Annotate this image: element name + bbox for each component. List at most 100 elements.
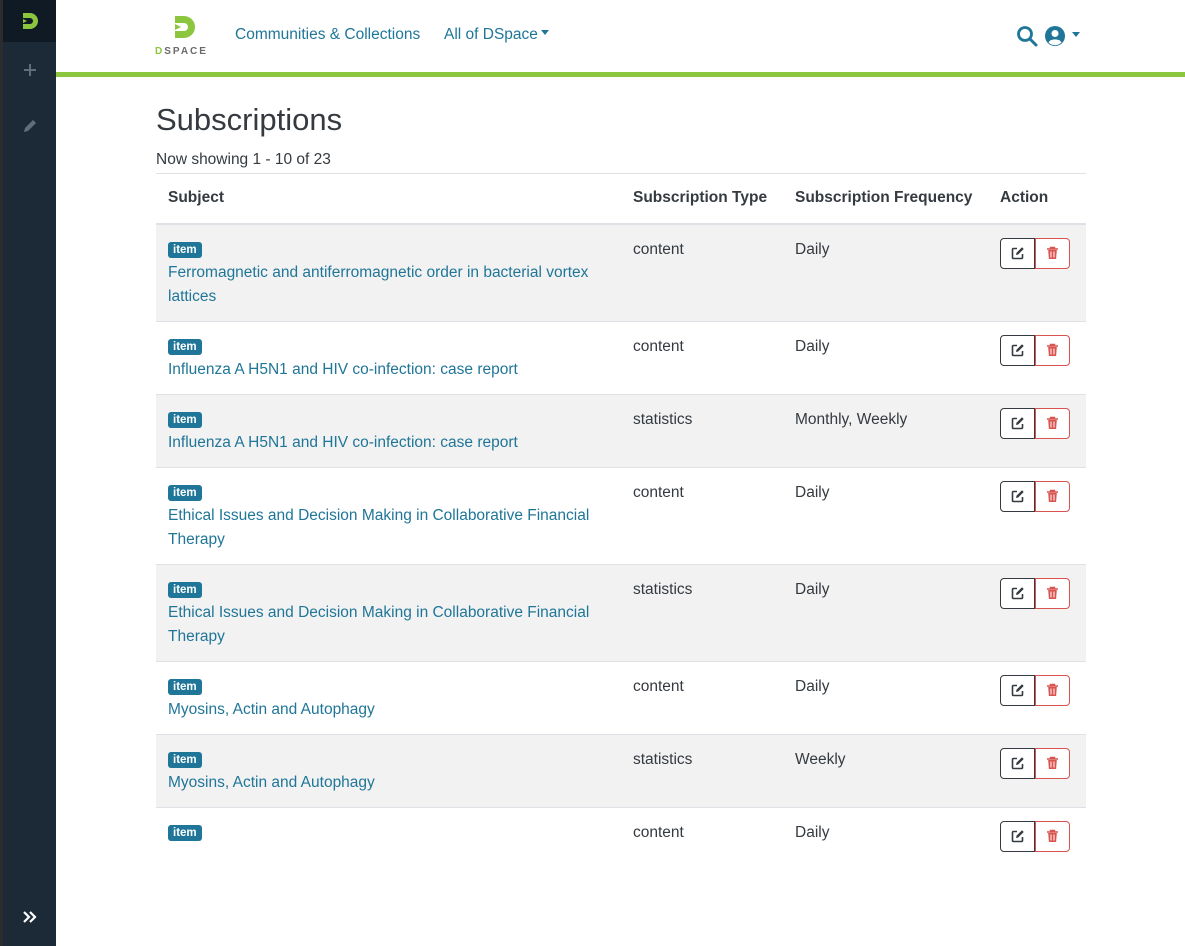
- subscription-type: content: [633, 823, 684, 841]
- caret-down-icon: [1072, 31, 1080, 37]
- plus-icon: [23, 64, 36, 76]
- delete-subscription-button[interactable]: [1035, 237, 1070, 269]
- cell-subscription-frequency: Daily: [783, 466, 988, 564]
- subscription-type: content: [633, 337, 684, 355]
- edit-subscription-button[interactable]: [1000, 674, 1035, 706]
- table-row: item Influenza A H5N1 and HIV co-infectio…: [156, 393, 1086, 467]
- delete-subscription-button[interactable]: [1035, 674, 1070, 706]
- subscription-frequency: Daily: [795, 240, 830, 258]
- item-type-badge: item: [168, 751, 202, 768]
- trash-icon: [1047, 829, 1058, 842]
- user-circle-icon: [1045, 26, 1065, 46]
- search-button[interactable]: [1016, 25, 1038, 47]
- cell-subscription-frequency: Weekly: [783, 733, 988, 807]
- cell-action: [988, 466, 1086, 564]
- edit-icon: [1011, 247, 1024, 260]
- subscription-type: statistics: [633, 580, 693, 598]
- edit-icon: [1011, 684, 1024, 697]
- cell-subscription-type: statistics: [621, 393, 783, 467]
- subscription-item-link[interactable]: Influenza A H5N1 and HIV co-infection: c…: [168, 431, 609, 455]
- edit-subscription-button[interactable]: [1000, 237, 1035, 269]
- top-header: DSPACE Communities & Collections All of …: [56, 0, 1185, 77]
- cell-subscription-type: content: [621, 466, 783, 564]
- edit-icon: [1011, 757, 1024, 770]
- cell-subject: item Myosins, Actin and Autophagy: [156, 733, 621, 807]
- table-row: item Influenza A H5N1 and HIV co-infectio…: [156, 320, 1086, 394]
- item-type-badge: item: [168, 338, 202, 355]
- subscription-item-link[interactable]: Ethical Issues and Decision Making in Co…: [168, 601, 609, 649]
- delete-subscription-button[interactable]: [1035, 334, 1070, 366]
- table-row: item content Daily: [156, 806, 1086, 864]
- cell-subscription-frequency: Daily: [783, 320, 988, 394]
- caret-down-icon: [540, 30, 549, 36]
- table-row: item Myosins, Actin and Autophagy statisti…: [156, 733, 1086, 807]
- delete-subscription-button[interactable]: [1035, 820, 1070, 852]
- subscription-type: content: [633, 240, 684, 258]
- sidebar-logo[interactable]: [3, 0, 56, 42]
- row-actions: [1000, 237, 1074, 269]
- sidebar-expand-button[interactable]: [3, 896, 56, 938]
- nav-all-label: All of DSpace: [444, 26, 538, 43]
- delete-subscription-button[interactable]: [1035, 407, 1070, 439]
- main-content: Subscriptions Now showing 1 - 10 of 23 S…: [156, 100, 1086, 864]
- trash-icon: [1047, 683, 1058, 696]
- edit-subscription-button[interactable]: [1000, 577, 1035, 609]
- delete-subscription-button[interactable]: [1035, 480, 1070, 512]
- subscription-item-link[interactable]: Influenza A H5N1 and HIV co-infection: c…: [168, 358, 609, 382]
- cell-subscription-type: content: [621, 320, 783, 394]
- edit-subscription-button[interactable]: [1000, 820, 1035, 852]
- table-header-row: Subject Subscription Type Subscription F…: [156, 173, 1086, 225]
- cell-action: [988, 320, 1086, 394]
- subscription-frequency: Monthly, Weekly: [795, 410, 908, 428]
- delete-subscription-button[interactable]: [1035, 747, 1070, 779]
- table-row: item Ethical Issues and Decision Making i…: [156, 466, 1086, 564]
- edit-subscription-button[interactable]: [1000, 407, 1035, 439]
- edit-icon: [1011, 830, 1024, 843]
- subscription-frequency: Weekly: [795, 750, 846, 768]
- cell-action: [988, 733, 1086, 807]
- subscription-item-link[interactable]: Ethical Issues and Decision Making in Co…: [168, 504, 609, 552]
- row-actions: [1000, 480, 1074, 512]
- subscription-item-link[interactable]: Myosins, Actin and Autophagy: [168, 771, 609, 795]
- header-subscription-frequency: Subscription Frequency: [783, 173, 988, 225]
- cell-subscription-frequency: Daily: [783, 660, 988, 734]
- sidebar-edit-button[interactable]: [3, 105, 56, 147]
- item-type-badge: item: [168, 678, 202, 695]
- subscription-frequency: Daily: [795, 337, 830, 355]
- cell-subject: item Ethical Issues and Decision Making i…: [156, 563, 621, 661]
- table-body: item Ferromagnetic and antiferromagnetic …: [156, 223, 1086, 864]
- dspace-home-logo[interactable]: DSPACE: [155, 14, 213, 60]
- delete-subscription-button[interactable]: [1035, 577, 1070, 609]
- subscription-type: content: [633, 677, 684, 695]
- page-title: Subscriptions: [156, 102, 343, 137]
- subscription-item-link[interactable]: Myosins, Actin and Autophagy: [168, 698, 609, 722]
- edit-subscription-button[interactable]: [1000, 747, 1035, 779]
- user-menu-button[interactable]: [1044, 25, 1084, 47]
- search-icon: [1017, 26, 1038, 47]
- cell-action: [988, 563, 1086, 661]
- row-actions: [1000, 820, 1074, 852]
- cell-subject: item: [156, 806, 621, 864]
- edit-icon: [1011, 587, 1024, 600]
- subscription-type: statistics: [633, 410, 693, 428]
- nav-communities-collections[interactable]: Communities & Collections: [235, 26, 420, 44]
- table-row: item Ethical Issues and Decision Making i…: [156, 563, 1086, 661]
- subscription-type: content: [633, 483, 684, 501]
- dspace-logo-icon: [175, 16, 195, 38]
- trash-icon: [1047, 246, 1058, 259]
- edit-icon: [1011, 417, 1024, 430]
- edit-icon: [1011, 344, 1024, 357]
- cell-subscription-type: content: [621, 223, 783, 321]
- row-actions: [1000, 407, 1074, 439]
- subscription-item-link[interactable]: Ferromagnetic and antiferromagnetic orde…: [168, 261, 609, 309]
- nav-all-of-dspace[interactable]: All of DSpace: [444, 26, 549, 44]
- dspace-logo-icon: [22, 13, 38, 29]
- edit-subscription-button[interactable]: [1000, 480, 1035, 512]
- sidebar-add-button[interactable]: [3, 49, 56, 91]
- cell-subscription-frequency: Daily: [783, 223, 988, 321]
- item-type-badge: item: [168, 241, 202, 258]
- trash-icon: [1047, 416, 1058, 429]
- edit-subscription-button[interactable]: [1000, 334, 1035, 366]
- cell-action: [988, 393, 1086, 467]
- cell-subject: item Myosins, Actin and Autophagy: [156, 660, 621, 734]
